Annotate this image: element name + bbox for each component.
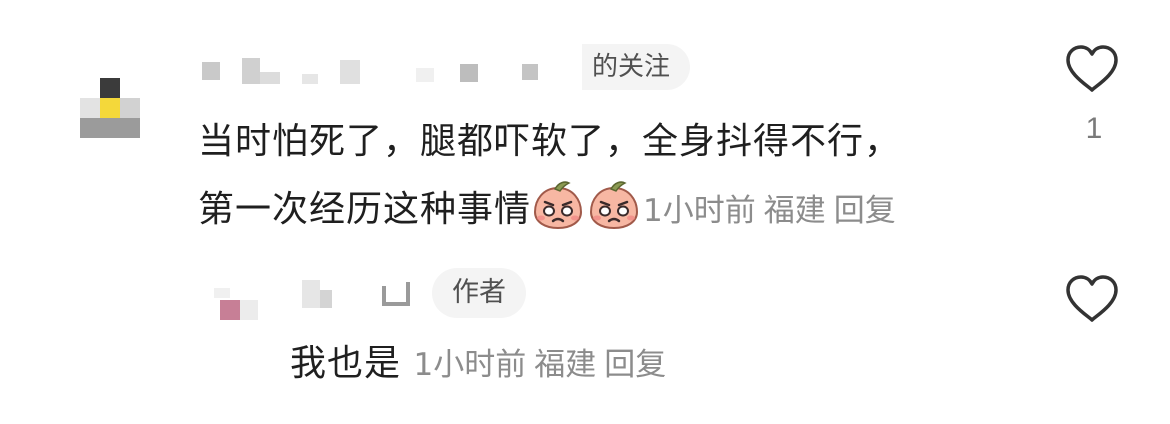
comment-text-line1: 当时怕死了，腿都吓软了，全身抖得不行，: [198, 121, 902, 162]
like-heart-icon[interactable]: [1064, 44, 1120, 94]
follow-relation-tag: 的关注: [582, 44, 691, 90]
crying-peach-emoji-icon: [587, 180, 641, 230]
like-count: 1: [1085, 112, 1103, 145]
author-username-blurred[interactable]: [292, 280, 432, 310]
reply-text: 我也是: [290, 343, 402, 384]
author-avatar[interactable]: [214, 288, 262, 336]
reply-body[interactable]: 我也是 1小时前 福建 回复: [290, 338, 1050, 391]
comment-text-line2-row: 第一次经历这种事情 1小时前 福建 回复: [198, 176, 1038, 245]
reply-button[interactable]: 回复: [834, 193, 896, 229]
reply-like-heart-icon[interactable]: [1064, 274, 1120, 324]
author-tag: 作者: [432, 268, 526, 318]
crying-peach-emoji-icon: [531, 180, 585, 230]
comment-text-line2: 第一次经历这种事情: [198, 189, 532, 230]
comment-time: 1小时前: [643, 193, 756, 229]
reply-meta: 1小时前 福建 回复: [413, 347, 674, 383]
commenter-username-blurred[interactable]: [198, 58, 588, 84]
reply-location: 福建: [534, 347, 597, 383]
comment-meta: 1小时前 福建 回复: [643, 193, 904, 229]
reply-time: 1小时前: [413, 347, 527, 383]
commenter-avatar[interactable]: [80, 78, 140, 138]
comment-body[interactable]: 当时怕死了，腿都吓软了，全身抖得不行， 第一次经历这种事情 1小时前 福建 回复: [198, 108, 1038, 245]
comment-location: 福建: [763, 193, 826, 229]
reply-reply-button[interactable]: 回复: [604, 347, 666, 383]
